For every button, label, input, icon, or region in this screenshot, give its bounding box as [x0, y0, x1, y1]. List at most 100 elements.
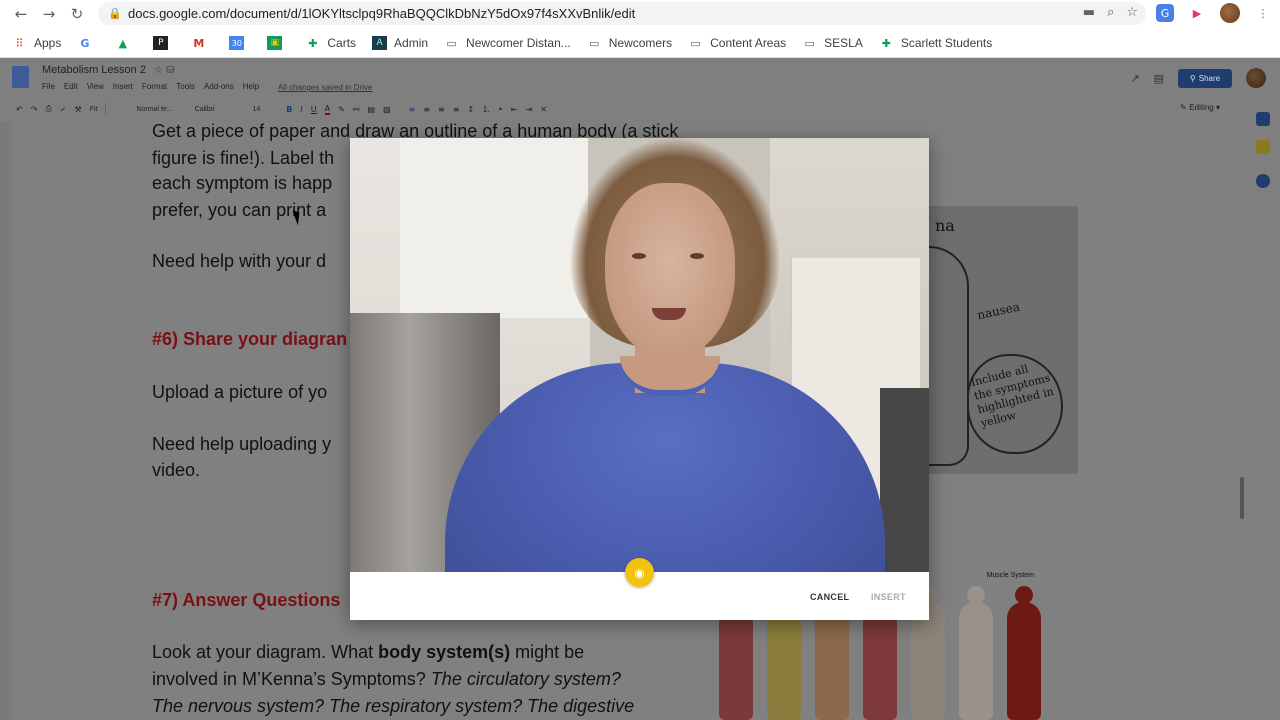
line-spacing-icon[interactable]: ↕	[467, 105, 474, 114]
profile-avatar[interactable]	[1220, 3, 1240, 23]
bookmark-sesla[interactable]: ▭ SESLA	[802, 36, 862, 50]
more-menu-icon[interactable]: ⋮	[1254, 4, 1272, 22]
account-avatar[interactable]	[1246, 68, 1266, 88]
bookmark-gmail[interactable]: M	[191, 36, 213, 50]
zoom-select[interactable]: Fit	[90, 106, 98, 113]
camera-preview	[350, 138, 929, 572]
italic-icon[interactable]: I	[300, 105, 302, 114]
muscle-system-label: Muscle System	[986, 572, 1034, 579]
align-right-icon[interactable]: ≡	[438, 105, 445, 114]
figure-muscular	[1007, 586, 1041, 720]
undo-icon[interactable]: ↶	[16, 105, 23, 114]
clear-formatting-icon[interactable]: ✕	[540, 105, 547, 114]
calendar-icon: 30	[229, 36, 245, 50]
menu-view[interactable]: View	[87, 82, 104, 91]
star-icon[interactable]: ☆	[154, 65, 163, 76]
align-left-icon[interactable]: ≡	[409, 105, 416, 114]
screencastify-extension-icon[interactable]: ▶	[1188, 4, 1206, 22]
star-icon[interactable]: ☆	[1126, 5, 1138, 20]
cancel-button[interactable]: CANCEL	[810, 592, 849, 602]
calendar-addon-icon[interactable]	[1256, 112, 1270, 126]
scrollbar-thumb[interactable]	[1240, 477, 1244, 519]
bookmark-drive[interactable]: ▲	[115, 36, 137, 50]
docs-header: Metabolism Lesson 2 ☆ ⛁ File Edit View I…	[0, 58, 1280, 122]
activity-icon[interactable]: ↗	[1130, 72, 1139, 85]
menu-help[interactable]: Help	[243, 82, 259, 91]
bookmark-google[interactable]: G	[77, 36, 99, 50]
decrease-indent-icon[interactable]: ⇤	[511, 105, 518, 114]
font-size-select[interactable]: 14	[253, 106, 261, 113]
bookmark-classroom[interactable]: ▣	[267, 36, 289, 50]
redo-icon[interactable]: ↷	[31, 105, 38, 114]
back-icon[interactable]: ←	[10, 3, 32, 25]
comments-icon[interactable]: ▤	[1154, 72, 1164, 85]
style-select[interactable]: Normal te...	[136, 106, 172, 113]
menu-insert[interactable]: Insert	[113, 82, 133, 91]
folder-icon: ▭	[589, 36, 600, 50]
menu-bar: File Edit View Insert Format Tools Add-o…	[42, 82, 259, 91]
bold-icon[interactable]: B	[286, 105, 292, 114]
classroom-icon: ▣	[267, 36, 283, 50]
keep-addon-icon[interactable]	[1256, 140, 1270, 154]
link-icon[interactable]: ⚯	[353, 105, 360, 114]
translate-extension-icon[interactable]: G	[1156, 4, 1174, 22]
align-center-icon[interactable]: ≡	[423, 105, 430, 114]
capture-photo-button[interactable]: ◉	[625, 558, 654, 587]
text-color-icon[interactable]: A	[324, 104, 331, 115]
bulleted-list-icon[interactable]: •	[498, 105, 503, 114]
extensions: G ▶ ⋮	[1156, 3, 1272, 23]
insert-button[interactable]: INSERT	[871, 592, 906, 602]
forward-icon[interactable]: →	[38, 3, 60, 25]
bookmarks-bar: ⠿ Apps G ▲ P M 30 ▣ ✚ Carts A Admin ▭ Newcom…	[0, 30, 1280, 56]
folder-icon: ▭	[804, 36, 815, 50]
vertical-ruler	[0, 122, 12, 720]
justify-icon[interactable]: ≡	[453, 105, 460, 114]
save-status[interactable]: All changes saved in Drive	[278, 83, 372, 92]
browser-top-bar: ← → ↻ 🔒 docs.google.com/document/d/1lOKY…	[0, 0, 1280, 58]
menu-tools[interactable]: Tools	[176, 82, 195, 91]
doc-line: Need help uploading y	[152, 434, 332, 454]
zoom-icon[interactable]: ⌕	[1107, 5, 1114, 20]
figure-skeletal	[959, 586, 993, 720]
bookmark-apps[interactable]: ⠿ Apps	[12, 36, 61, 50]
document-title[interactable]: Metabolism Lesson 2	[42, 64, 146, 76]
underline-icon[interactable]: U	[311, 105, 317, 114]
font-select[interactable]: Calibri	[195, 106, 215, 113]
paint-format-icon[interactable]: ⚒	[75, 105, 82, 114]
tasks-addon-icon[interactable]	[1256, 174, 1270, 188]
address-bar[interactable]: 🔒 docs.google.com/document/d/1lOKYltsclp…	[98, 2, 1146, 25]
increase-indent-icon[interactable]: ⇥	[526, 105, 533, 114]
spellcheck-icon[interactable]: ✓	[60, 105, 67, 114]
bookmark-admin[interactable]: A Admin	[372, 36, 428, 50]
numbered-list-icon[interactable]: ⒈	[482, 104, 490, 115]
print-icon[interactable]: ⎙	[45, 104, 51, 114]
bookmark-carts[interactable]: ✚ Carts	[305, 36, 356, 50]
bookmark-newcomers[interactable]: ▭ Newcomers	[587, 36, 672, 50]
docs-logo-icon[interactable]	[12, 66, 29, 88]
doc-line: figure is fine!). Label th	[152, 148, 335, 168]
reload-icon[interactable]: ↻	[66, 3, 88, 25]
bookmark-newcomer-distance[interactable]: ▭ Newcomer Distan...	[444, 36, 570, 50]
bookmark-content-areas[interactable]: ▭ Content Areas	[688, 36, 786, 50]
camera-blocked-icon[interactable]: ▬	[1083, 5, 1095, 20]
menu-addons[interactable]: Add-ons	[204, 82, 234, 91]
doc-line: Upload a picture of yo	[152, 382, 328, 402]
menu-edit[interactable]: Edit	[64, 82, 78, 91]
menu-file[interactable]: File	[42, 82, 55, 91]
diagram-image[interactable]: na nausea Include all the symptoms highl…	[929, 206, 1078, 474]
body-outline	[929, 246, 969, 466]
url-text[interactable]: docs.google.com/document/d/1lOKYltsclpq9…	[128, 6, 635, 21]
menu-format[interactable]: Format	[142, 82, 167, 91]
lock-icon: 🔒	[108, 7, 122, 20]
highlight-icon[interactable]: ✎	[338, 105, 345, 114]
browser-nav-row: ← → ↻ 🔒 docs.google.com/document/d/1lOKY…	[0, 0, 1280, 27]
move-to-folder-icon[interactable]: ⛁	[166, 65, 174, 76]
share-button[interactable]: ⚲ Share	[1178, 68, 1232, 88]
bookmark-scarlett-students[interactable]: ✚ Scarlett Students	[879, 36, 993, 50]
editing-mode-select[interactable]: ✎ Editing ▾	[1180, 103, 1220, 112]
bookmark-p[interactable]: P	[153, 36, 175, 50]
image-icon[interactable]: ▨	[383, 105, 391, 114]
comment-icon[interactable]: ▤	[368, 105, 376, 114]
bookmark-calendar[interactable]: 30	[229, 36, 251, 50]
section-heading-7: #7) Answer Questions	[152, 590, 341, 610]
